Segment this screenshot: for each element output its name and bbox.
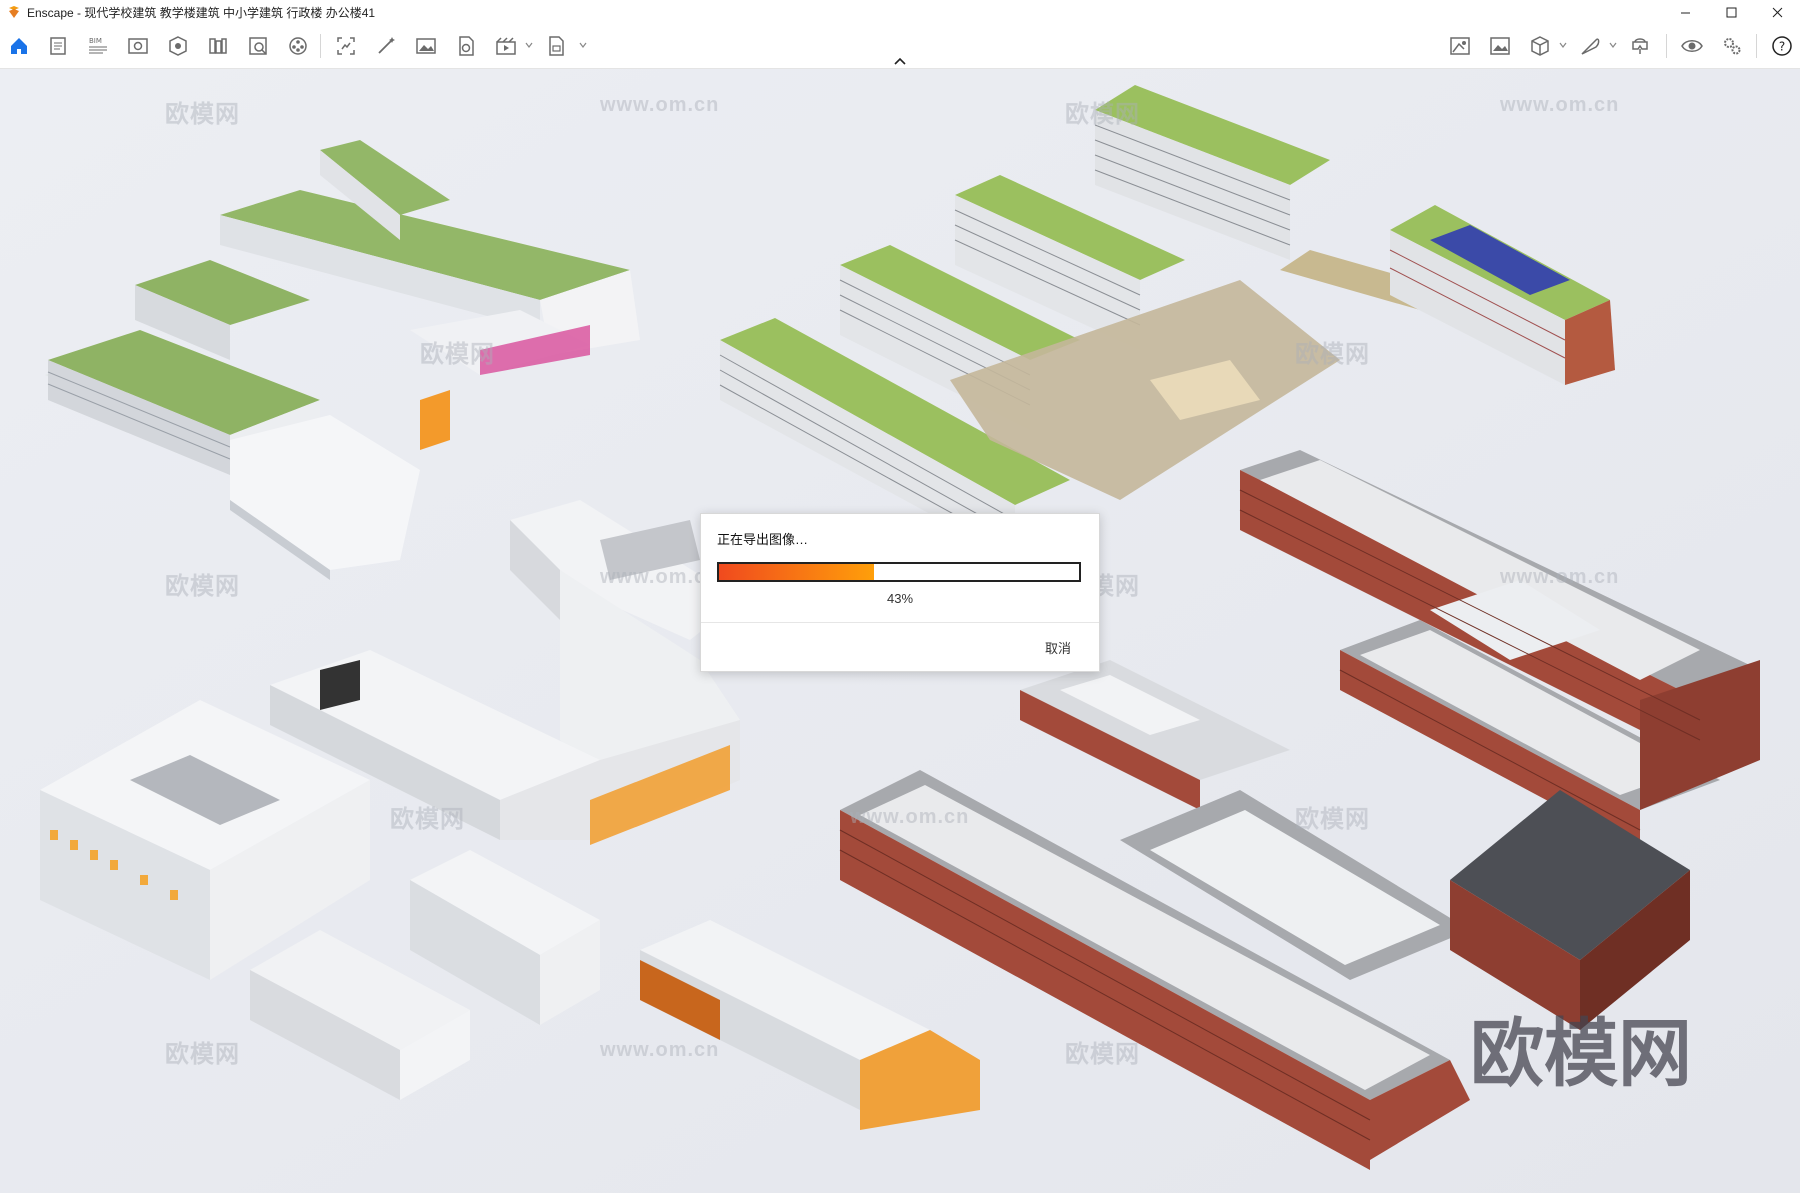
watermark-brand: 欧模网: [165, 573, 240, 600]
close-icon: [1772, 7, 1782, 17]
toolbar-separator: [1666, 34, 1667, 58]
export-progress-dialog: 正在导出图像… 43% 取消: [700, 513, 1100, 672]
watermark-url: www.om.cn: [1500, 94, 1620, 116]
collapse-toolbar-chevron-icon[interactable]: [892, 55, 908, 67]
visual-settings-icon[interactable]: [1448, 34, 1472, 58]
progress-percent: 43%: [886, 591, 914, 606]
help-icon[interactable]: ?: [1770, 34, 1794, 58]
minimize-button[interactable]: [1662, 0, 1708, 24]
bim-label: BIM: [89, 37, 102, 45]
home-icon[interactable]: [7, 34, 31, 58]
chevron-down-icon[interactable]: [1558, 40, 1568, 50]
eye-icon[interactable]: [1680, 34, 1704, 58]
watermark-url: www.om.cn: [600, 1039, 720, 1061]
vr-headset-icon[interactable]: [1628, 34, 1652, 58]
settings-icon[interactable]: [1720, 34, 1744, 58]
material-editor-icon[interactable]: [246, 34, 270, 58]
chevron-down-icon[interactable]: [578, 40, 588, 50]
feather-icon[interactable]: [1578, 34, 1602, 58]
minimize-icon: [1680, 12, 1690, 13]
watermark-brand: 欧模网: [165, 1041, 240, 1068]
dialog-divider: [701, 622, 1099, 623]
bim-info-icon[interactable]: BIM: [86, 34, 110, 58]
watermark-url: www.om.cn: [600, 94, 720, 116]
view-cube-icon[interactable]: [1528, 34, 1552, 58]
notes-icon[interactable]: [46, 34, 70, 58]
maximize-button[interactable]: [1708, 0, 1754, 24]
watermark-brand: 欧模网: [1065, 101, 1140, 128]
title-bar: Enscape - 现代学校建筑 教学楼建筑 中小学建筑 行政楼 办公楼41: [0, 0, 1800, 24]
watermark-url: www.om.cn: [1500, 566, 1620, 588]
watermark-url: www.om.cn: [850, 806, 970, 828]
toolbar-separator: [1756, 34, 1757, 58]
maximize-icon: [1726, 7, 1736, 17]
help-glyph: ?: [1779, 40, 1785, 54]
export-panorama-icon[interactable]: [454, 34, 478, 58]
progress-bar: [717, 562, 1081, 582]
watermark-brand: 欧模网: [1295, 806, 1370, 833]
watermark-brand: 欧模网: [420, 341, 495, 368]
dialog-title: 正在导出图像…: [717, 532, 809, 547]
batch-render-icon[interactable]: [374, 34, 398, 58]
chevron-down-icon[interactable]: [1608, 40, 1618, 50]
window-title: Enscape - 现代学校建筑 教学楼建筑 中小学建筑 行政楼 办公楼41: [27, 5, 376, 20]
enscape-logo-icon: [9, 6, 19, 18]
close-button[interactable]: [1754, 0, 1800, 24]
watermark-brand: 欧模网: [1065, 1041, 1140, 1068]
watermark-brand-large: 欧模网: [1470, 1012, 1692, 1095]
video-editor-icon[interactable]: [286, 34, 310, 58]
watermark-brand: 欧模网: [1295, 341, 1370, 368]
export-standalone-icon[interactable]: [544, 34, 568, 58]
watermark-brand: 欧模网: [390, 806, 465, 833]
chevron-down-icon[interactable]: [524, 40, 534, 50]
toolbar-separator: [320, 34, 321, 58]
sketch-mode-icon[interactable]: [166, 34, 190, 58]
watermark-brand: 欧模网: [165, 101, 240, 128]
export-video-icon[interactable]: [494, 34, 518, 58]
asset-library-icon[interactable]: [206, 34, 230, 58]
progress-bar-fill: [719, 564, 874, 580]
cancel-button[interactable]: 取消: [1045, 638, 1071, 657]
views-icon[interactable]: [126, 34, 150, 58]
capture-view-icon[interactable]: [334, 34, 358, 58]
screenshot-icon[interactable]: [414, 34, 438, 58]
atmosphere-icon[interactable]: [1488, 34, 1512, 58]
